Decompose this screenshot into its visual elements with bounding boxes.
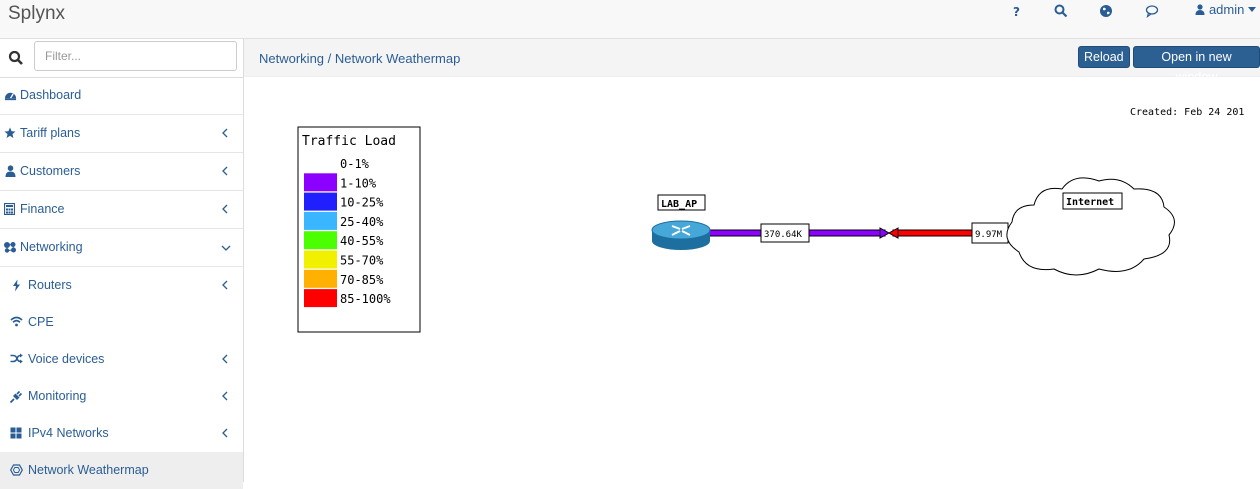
sidebar-item-dashboard[interactable]: Dashboard bbox=[0, 77, 243, 115]
sidebar-item-label: Routers bbox=[28, 278, 72, 292]
sidebar-item-label: CPE bbox=[28, 315, 54, 329]
random-icon bbox=[10, 353, 24, 367]
caret-down-icon bbox=[1248, 7, 1256, 12]
legend-label: 0-1% bbox=[340, 157, 370, 171]
weathermap-canvas: Created: Feb 24 201 Traffic Load 0-1% 1-1… bbox=[244, 77, 1260, 482]
sidebar-item-tariff-plans[interactable]: Tariff plans bbox=[0, 115, 243, 153]
cloud-icon bbox=[1006, 177, 1175, 276]
legend-label: 10-25% bbox=[340, 196, 384, 210]
sidebar-filter bbox=[0, 39, 243, 78]
chevron-left-icon bbox=[221, 279, 231, 290]
reload-button[interactable]: Reload bbox=[1078, 46, 1130, 68]
sidebar-item-networking[interactable]: Networking bbox=[0, 229, 243, 267]
user-menu[interactable]: admin bbox=[1195, 2, 1256, 17]
legend-title: Traffic Load bbox=[302, 134, 396, 149]
legend-swatch bbox=[304, 250, 337, 269]
chevron-left-icon bbox=[221, 353, 231, 364]
legend-swatch bbox=[304, 211, 337, 230]
star-icon bbox=[4, 127, 18, 141]
hexagon-icon bbox=[10, 464, 24, 478]
content-header: Networking / Network Weathermap Reload O… bbox=[244, 39, 1260, 84]
chat-icon[interactable] bbox=[1145, 4, 1161, 18]
sidebar-item-finance[interactable]: Finance bbox=[0, 191, 243, 229]
breadcrumb[interactable]: Networking / Network Weathermap bbox=[259, 51, 460, 66]
sidebar-item-label: IPv4 Networks bbox=[28, 426, 109, 440]
sidebar-item-network-weathermap[interactable]: Network Weathermap bbox=[0, 452, 243, 489]
filter-input[interactable] bbox=[34, 41, 237, 71]
chevron-left-icon bbox=[221, 203, 231, 214]
sidebar-item-voice-devices[interactable]: Voice devices bbox=[0, 341, 243, 378]
legend-swatch bbox=[304, 269, 337, 288]
wifi-icon bbox=[10, 316, 24, 330]
sidebar-item-routers[interactable]: Routers bbox=[0, 267, 243, 304]
sidebar-item-label: Voice devices bbox=[28, 352, 105, 366]
dashboard-icon bbox=[4, 89, 18, 103]
sidebar-item-label: Monitoring bbox=[28, 389, 87, 403]
chevron-down-icon bbox=[221, 241, 231, 251]
open-new-window-button[interactable]: Open in new window bbox=[1133, 46, 1260, 84]
sidebar-item-customers[interactable]: Customers bbox=[0, 153, 243, 191]
sidebar-item-ipv4-networks[interactable]: IPv4 Networks bbox=[0, 415, 243, 452]
sidebar-item-monitoring[interactable]: Monitoring bbox=[0, 378, 243, 415]
legend-swatch bbox=[304, 231, 337, 250]
svg-text:?: ? bbox=[1013, 5, 1020, 18]
chevron-left-icon bbox=[221, 427, 231, 438]
sidebar: Dashboard Tariff plans Customers Finance bbox=[0, 39, 244, 489]
sidebar-item-cpe[interactable]: CPE bbox=[0, 304, 243, 341]
legend-swatch bbox=[304, 192, 337, 211]
legend-label: 40-55% bbox=[340, 234, 384, 248]
legend-swatch bbox=[304, 289, 337, 308]
chevron-left-icon bbox=[221, 127, 231, 138]
node-lab-ap[interactable]: LAB_AP bbox=[651, 194, 711, 250]
network-link: 370.64K 9.97M bbox=[708, 222, 1014, 244]
node-internet-label: Internet bbox=[1066, 197, 1114, 208]
sidebar-item-label: Network Weathermap bbox=[28, 463, 149, 477]
sidebar-menu: Dashboard Tariff plans Customers Finance bbox=[0, 77, 243, 489]
calculator-icon bbox=[3, 202, 18, 217]
bolt-icon bbox=[12, 279, 26, 293]
sidebar-item-label: Tariff plans bbox=[20, 126, 81, 140]
traffic-legend: Traffic Load 0-1% 1-10% 10-25% 25-40% 40-55%… bbox=[297, 126, 421, 333]
legend-label: 25-40% bbox=[340, 215, 384, 229]
filter-search-icon[interactable] bbox=[0, 42, 32, 74]
plug-icon bbox=[9, 390, 24, 404]
sidebar-item-label: Networking bbox=[20, 240, 83, 254]
router-icon bbox=[651, 220, 711, 250]
sidebar-item-label: Dashboard bbox=[20, 88, 82, 102]
help-icon[interactable]: ? bbox=[1010, 4, 1026, 19]
sitemap-icon bbox=[3, 241, 17, 255]
globe-icon[interactable] bbox=[1099, 4, 1115, 18]
grid-icon bbox=[10, 427, 24, 441]
legend-label: 70-85% bbox=[340, 273, 384, 287]
created-timestamp: Created: Feb 24 201 bbox=[1130, 107, 1244, 118]
user-name: admin bbox=[1208, 2, 1245, 17]
legend-swatch bbox=[304, 173, 337, 192]
node-ap-label: LAB_AP bbox=[661, 199, 697, 210]
node-internet[interactable]: Internet bbox=[1006, 177, 1175, 276]
legend-swatch bbox=[304, 154, 337, 172]
link-out-label: 370.64K bbox=[764, 230, 803, 240]
chevron-left-icon bbox=[221, 390, 231, 401]
legend-label: 55-70% bbox=[340, 254, 384, 268]
link-in-label: 9.97M bbox=[975, 230, 1003, 240]
user-icon bbox=[1195, 4, 1205, 15]
chevron-left-icon bbox=[221, 165, 231, 176]
search-icon[interactable] bbox=[1054, 4, 1070, 18]
top-navbar: Splynx ? admin bbox=[0, 0, 1260, 39]
user-icon bbox=[5, 165, 19, 179]
legend-label: 85-100% bbox=[340, 292, 391, 306]
brand-logo[interactable]: Splynx bbox=[8, 3, 65, 25]
legend-label: 1-10% bbox=[340, 176, 377, 190]
sidebar-item-label: Finance bbox=[20, 202, 65, 216]
sidebar-item-label: Customers bbox=[20, 164, 81, 178]
